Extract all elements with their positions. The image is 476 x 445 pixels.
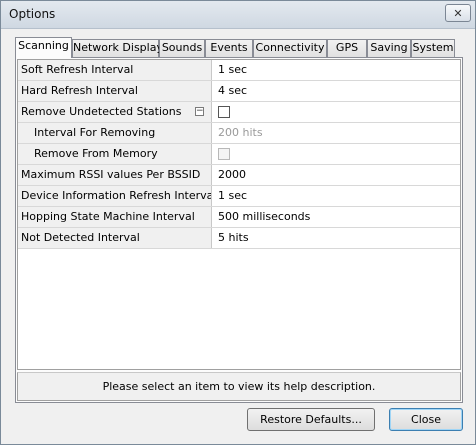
property-value: [213, 102, 460, 122]
restore-defaults-button[interactable]: Restore Defaults...: [247, 408, 375, 431]
property-name: Maximum RSSI values Per BSSID: [18, 165, 212, 185]
property-row-max-rssi[interactable]: Maximum RSSI values Per BSSID 2000: [18, 165, 460, 186]
property-name: Device Information Refresh Interval: [18, 186, 212, 206]
tab-scanning[interactable]: Scanning: [15, 37, 72, 58]
property-row-not-detected[interactable]: Not Detected Interval 5 hits: [18, 228, 460, 249]
window-title: Options: [9, 7, 56, 21]
property-row-soft-refresh[interactable]: Soft Refresh Interval 1 sec: [18, 60, 460, 81]
tab-saving[interactable]: Saving: [367, 39, 411, 57]
close-button[interactable]: Close: [389, 408, 463, 431]
property-value[interactable]: 4 sec: [213, 81, 460, 101]
property-row-device-info-refresh[interactable]: Device Information Refresh Interval 1 se…: [18, 186, 460, 207]
property-grid: Soft Refresh Interval 1 sec Hard Refresh…: [17, 59, 461, 370]
property-row-remove-memory[interactable]: Remove From Memory: [18, 144, 460, 165]
property-value[interactable]: 2000: [213, 165, 460, 185]
tab-gps[interactable]: GPS: [327, 39, 367, 57]
property-row-interval-removing[interactable]: Interval For Removing 200 hits: [18, 123, 460, 144]
tab-events[interactable]: Events: [205, 39, 253, 57]
property-value: [213, 144, 460, 164]
options-window: Options ✕ Scanning Network Display Sound…: [0, 0, 476, 445]
property-row-hard-refresh[interactable]: Hard Refresh Interval 4 sec: [18, 81, 460, 102]
remove-from-memory-checkbox: [218, 148, 230, 160]
property-value[interactable]: 1 sec: [213, 186, 460, 206]
property-name: Hard Refresh Interval: [18, 81, 212, 101]
property-name: Remove From Memory: [18, 144, 212, 164]
tab-system[interactable]: System: [411, 39, 455, 57]
tab-connectivity[interactable]: Connectivity: [253, 39, 327, 57]
property-name: Not Detected Interval: [18, 228, 212, 248]
property-name: Remove Undetected Stations −: [18, 102, 212, 122]
window-close-button[interactable]: ✕: [445, 4, 471, 22]
scanning-panel: Soft Refresh Interval 1 sec Hard Refresh…: [15, 57, 463, 403]
property-name: Interval For Removing: [18, 123, 212, 143]
property-value[interactable]: 500 milliseconds: [213, 207, 460, 227]
close-icon: ✕: [453, 7, 463, 20]
property-value[interactable]: 5 hits: [213, 228, 460, 248]
remove-undetected-checkbox[interactable]: [218, 106, 230, 118]
tab-network-display[interactable]: Network Display: [72, 39, 163, 57]
property-name: Hopping State Machine Interval: [18, 207, 212, 227]
collapse-icon[interactable]: −: [195, 107, 204, 116]
property-row-hopping-interval[interactable]: Hopping State Machine Interval 500 milli…: [18, 207, 460, 228]
property-value[interactable]: 1 sec: [213, 60, 460, 80]
property-value: 200 hits: [218, 126, 263, 139]
title-bar: Options ✕: [1, 1, 475, 29]
property-label: Remove Undetected Stations: [21, 105, 182, 118]
tab-sounds[interactable]: Sounds: [159, 39, 205, 57]
property-name: Soft Refresh Interval: [18, 60, 212, 80]
help-description: Please select an item to view its help d…: [17, 372, 461, 401]
property-row-remove-undetected[interactable]: Remove Undetected Stations −: [18, 102, 460, 123]
